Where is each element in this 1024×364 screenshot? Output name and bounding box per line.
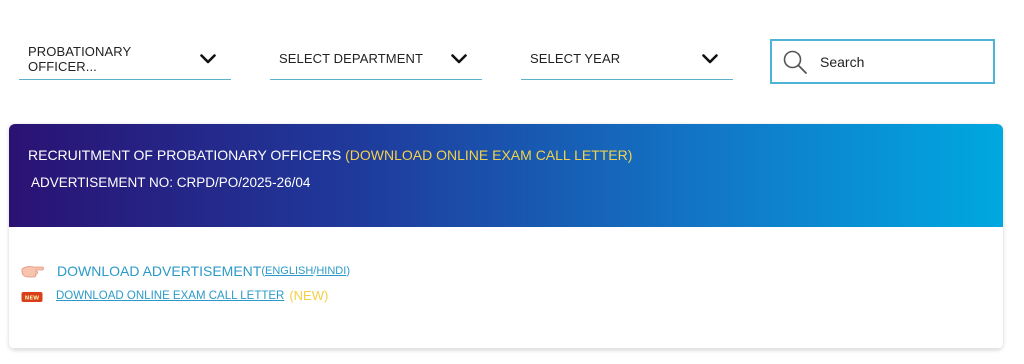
- department-select[interactable]: SELECT DEPARTMENT: [270, 38, 482, 80]
- chevron-down-icon: [450, 53, 468, 65]
- card-title-highlight: (DOWNLOAD ONLINE EXAM CALL LETTER): [345, 147, 633, 163]
- hindi-link[interactable]: HINDI: [316, 265, 346, 277]
- new-badge-icon: NEW: [21, 290, 43, 302]
- call-letter-row: NEW DOWNLOAD ONLINE EXAM CALL LETTER (NE…: [21, 288, 328, 303]
- new-tag: (NEW): [289, 288, 329, 303]
- filter-bar: PROBATIONARY OFFICER... SELECT DEPARTMEN…: [0, 0, 1024, 110]
- search-icon[interactable]: [782, 49, 808, 75]
- chevron-down-icon: [199, 53, 217, 65]
- search-input[interactable]: [820, 53, 980, 70]
- download-advertisement-link[interactable]: DOWNLOAD ADVERTISEMENT: [57, 263, 261, 279]
- card-title-text: RECRUITMENT OF PROBATIONARY OFFICERS: [28, 147, 346, 163]
- pointing-hand-icon: [21, 264, 45, 278]
- download-advertisement-row: DOWNLOAD ADVERTISEMENT ( ENGLISH / HINDI…: [21, 263, 350, 279]
- card-body: DOWNLOAD ADVERTISEMENT ( ENGLISH / HINDI…: [9, 227, 1003, 349]
- recruitment-card: RECRUITMENT OF PROBATIONARY OFFICERS (DO…: [9, 124, 1003, 349]
- advertisement-number: ADVERTISEMENT NO: CRPD/PO/2025-26/04: [31, 175, 311, 190]
- post-select[interactable]: PROBATIONARY OFFICER...: [19, 38, 231, 80]
- svg-text:NEW: NEW: [25, 295, 39, 301]
- chevron-down-icon: [701, 53, 719, 65]
- card-header: RECRUITMENT OF PROBATIONARY OFFICERS (DO…: [9, 124, 1003, 227]
- post-select-label: PROBATIONARY OFFICER...: [28, 43, 132, 74]
- year-select-label: SELECT YEAR: [530, 51, 621, 66]
- year-select[interactable]: SELECT YEAR: [521, 38, 733, 80]
- card-title: RECRUITMENT OF PROBATIONARY OFFICERS (DO…: [28, 146, 1003, 164]
- department-select-label: SELECT DEPARTMENT: [279, 51, 424, 66]
- english-link[interactable]: ENGLISH: [265, 265, 313, 277]
- call-letter-link[interactable]: DOWNLOAD ONLINE EXAM CALL LETTER: [56, 290, 284, 302]
- search-box[interactable]: [770, 39, 995, 84]
- paren-close: ): [346, 265, 350, 277]
